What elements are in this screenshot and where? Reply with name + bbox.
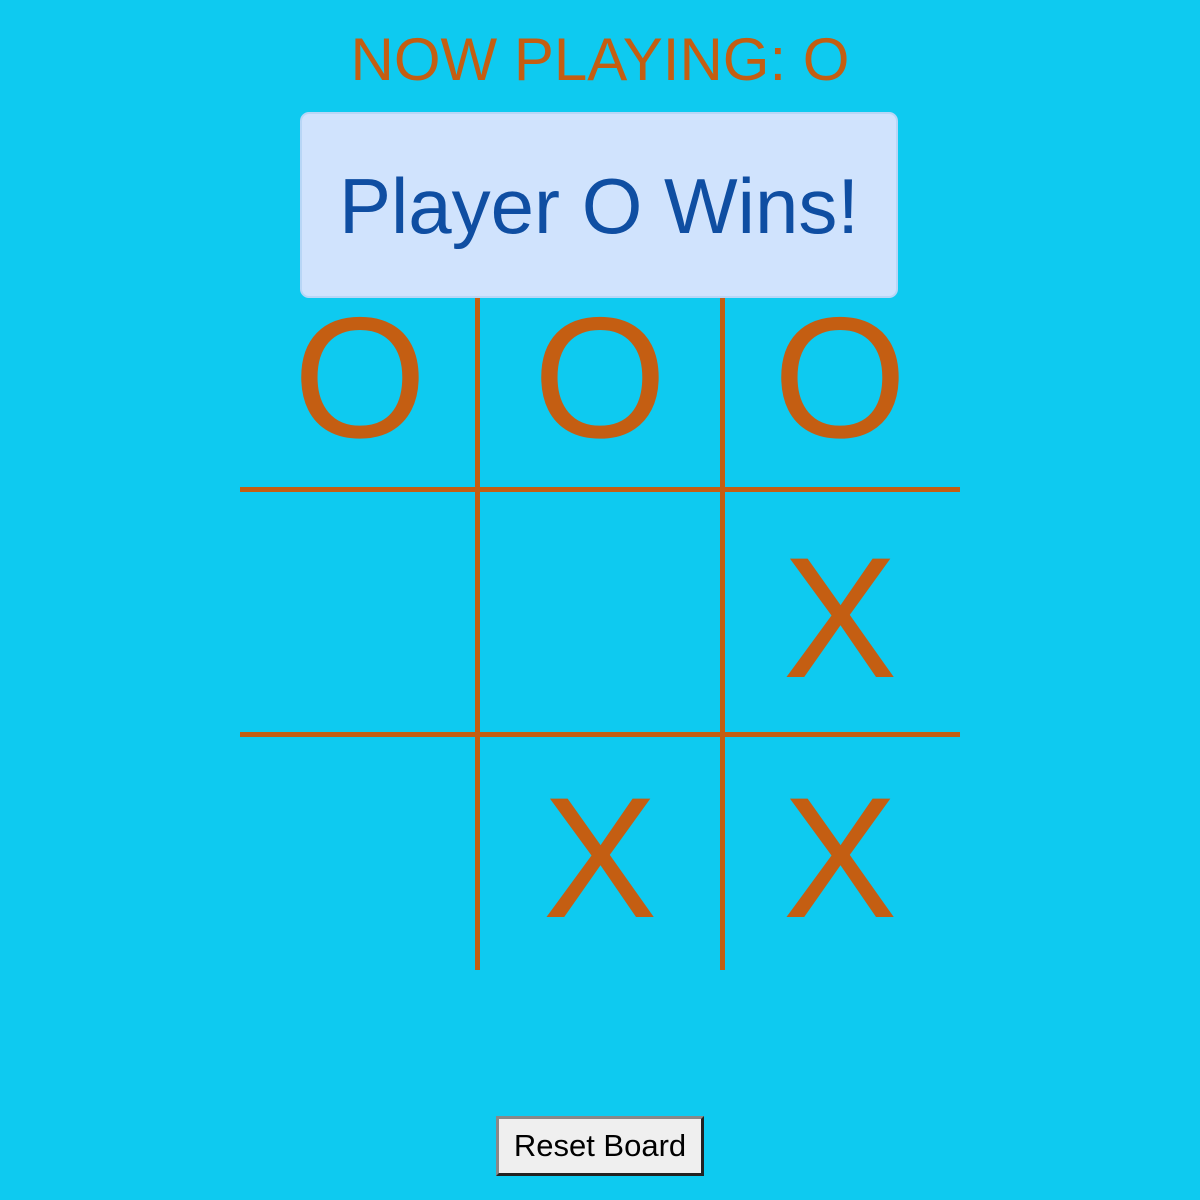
board-cell-8[interactable]: X <box>480 730 720 970</box>
win-message-text: Player O Wins! <box>338 162 860 250</box>
board-cell-4[interactable] <box>240 490 480 730</box>
cell-mark: X <box>782 522 898 714</box>
cell-mark: O <box>533 282 667 474</box>
cell-mark: X <box>542 762 658 954</box>
cell-mark: O <box>773 282 907 474</box>
now-playing-status: NOW PLAYING: O <box>350 26 850 93</box>
board-cell-9[interactable]: X <box>720 730 960 970</box>
cell-mark: O <box>293 282 427 474</box>
reset-board-button[interactable]: Reset Board <box>496 1116 704 1176</box>
board-cell-7[interactable] <box>240 730 480 970</box>
grid-line-horizontal-2 <box>240 732 960 737</box>
grid-line-vertical-1 <box>475 250 480 970</box>
grid-line-vertical-2 <box>720 250 725 970</box>
cell-mark: X <box>782 762 898 954</box>
board-cell-6[interactable]: X <box>720 490 960 730</box>
win-message-banner: Player O Wins! <box>300 112 898 298</box>
grid-line-horizontal-1 <box>240 487 960 492</box>
board-cell-5[interactable] <box>480 490 720 730</box>
game-board: O O O X X X <box>240 250 960 970</box>
